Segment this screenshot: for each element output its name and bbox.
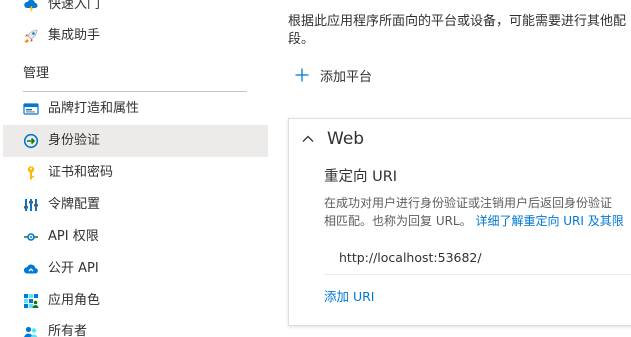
add-platform-button[interactable]: 添加平台	[294, 64, 372, 86]
app-roles-icon	[23, 293, 39, 309]
learn-more-link[interactable]: 详细了解重定向 URI 及其限	[475, 214, 623, 228]
token-config-icon	[23, 197, 39, 213]
main-content: 根据此应用程序所面向的平台或设备，可能需要进行其他配 段。 添加平台 Web 重…	[268, 0, 631, 337]
nav-item-token-configuration[interactable]: 令牌配置	[3, 189, 268, 221]
web-platform-card: Web 重定向 URI 在成功对用户进行身份验证或注销用户后返回身份验证 相匹配…	[288, 118, 631, 326]
redirect-description-prefix: 相匹配。也称为回复 URL。	[324, 214, 472, 228]
section-divider	[23, 91, 247, 92]
redirect-uri-description: 在成功对用户进行身份验证或注销用户后返回身份验证 相匹配。也称为回复 URL。 …	[324, 194, 631, 230]
authentication-icon	[23, 133, 39, 149]
nav-label: 快速入门	[48, 0, 101, 12]
nav-item-app-roles[interactable]: 应用角色	[3, 285, 268, 317]
nav-label: API 权限	[48, 229, 99, 244]
key-icon	[23, 165, 39, 181]
nav-item-api-permissions[interactable]: API 权限	[3, 221, 268, 253]
cloud-lightning-icon	[23, 0, 39, 13]
nav-item-certificates-secrets[interactable]: 证书和密码	[3, 157, 268, 189]
page-description: 根据此应用程序所面向的平台或设备，可能需要进行其他配 段。	[288, 13, 631, 49]
redirect-description-line: 在成功对用户进行身份验证或注销用户后返回身份验证	[324, 196, 613, 210]
plus-icon	[295, 68, 309, 82]
redirect-uri-title: 重定向 URI	[324, 169, 398, 185]
nav-label: 品牌打造和属性	[48, 101, 140, 116]
web-card-title: Web	[327, 129, 365, 149]
nav-item-owners[interactable]: 所有者	[3, 316, 268, 337]
owners-icon	[23, 324, 39, 337]
nav-item-quickstart[interactable]: 快速入门	[3, 0, 268, 21]
chevron-up-icon	[302, 135, 314, 142]
redirect-uri-row[interactable]: http://localhost:53682/	[324, 243, 631, 275]
nav-item-expose-api[interactable]: 公开 API	[3, 253, 268, 285]
branding-icon	[23, 101, 39, 117]
nav-label: 令牌配置	[48, 197, 101, 212]
nav-label: 应用角色	[48, 293, 101, 308]
redirect-description-line2: 相匹配。也称为回复 URL。 详细了解重定向 URI 及其限	[324, 212, 631, 230]
nav-item-branding[interactable]: 品牌打造和属性	[3, 93, 268, 125]
nav-label: 身份验证	[48, 133, 101, 148]
section-header-manage: 管理	[23, 66, 50, 81]
left-nav: 快速入门 集成助手 管理 品牌打造和属性 身份验证 证书和密码 令牌配置 API…	[0, 0, 268, 337]
nav-label: 所有者	[48, 324, 88, 337]
add-uri-link[interactable]: 添加 URI	[324, 286, 375, 305]
nav-item-integration-assistant[interactable]: 集成助手	[3, 20, 268, 52]
nav-label: 集成助手	[48, 28, 101, 43]
cloud-api-icon	[23, 261, 39, 277]
web-card-header[interactable]: Web	[301, 125, 364, 153]
nav-label: 证书和密码	[48, 165, 114, 180]
add-platform-label: 添加平台	[320, 69, 373, 85]
description-line: 根据此应用程序所面向的平台或设备，可能需要进行其他配	[288, 14, 627, 29]
description-line: 段。	[288, 32, 315, 47]
nav-label: 公开 API	[48, 261, 99, 276]
redirect-uri-value[interactable]: http://localhost:53682/	[339, 250, 482, 265]
nav-item-authentication[interactable]: 身份验证	[3, 125, 268, 157]
rocket-icon	[23, 28, 39, 44]
api-permissions-icon	[23, 229, 39, 245]
